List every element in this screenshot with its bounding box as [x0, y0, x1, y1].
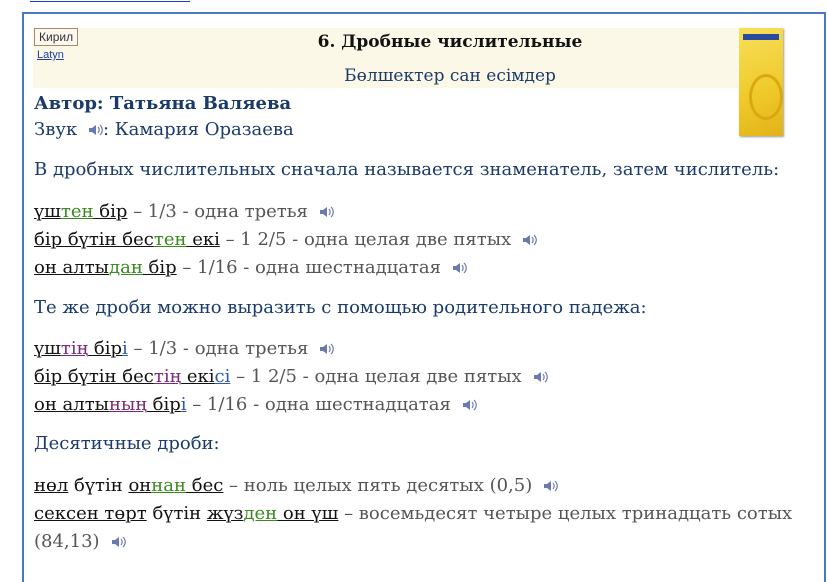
top-link[interactable] — [30, 0, 190, 2]
word-plain: бүтін — [68, 475, 129, 496]
latyn-link[interactable]: Latyn — [37, 49, 64, 61]
sound-credit: Звук : Камария Оразаева — [34, 119, 294, 140]
suffix[interactable]: ден — [243, 503, 277, 524]
translation: – 1/3 - одна третья — [127, 201, 308, 222]
suffix[interactable]: ның — [109, 394, 147, 415]
page-title: 6. Дробные числительные — [317, 32, 583, 52]
speaker-icon[interactable] — [451, 261, 467, 275]
suffix[interactable]: тен — [154, 229, 187, 250]
suffix[interactable]: тің — [61, 338, 88, 359]
speaker-icon[interactable] — [542, 479, 559, 493]
speaker-icon[interactable] — [461, 398, 477, 412]
word[interactable]: бес — [186, 475, 224, 496]
word[interactable]: сексен төрт — [34, 503, 147, 524]
intro-text-2: Те же дроби можно выразить с помощью род… — [34, 297, 647, 318]
word[interactable]: бір — [143, 257, 177, 278]
translation: – 1/16 - одна шестнадцатая — [176, 257, 442, 278]
kiril-button[interactable]: Кирил — [34, 28, 79, 46]
word[interactable]: бір — [147, 394, 181, 415]
speaker-icon[interactable] — [318, 205, 334, 219]
page-subtitle: Бөлшектер сан есімдер — [344, 66, 556, 86]
example-row: үштің бірі – 1/3 - одна третья — [34, 338, 335, 359]
suffix[interactable]: тің — [154, 366, 181, 387]
suffix[interactable]: дан — [109, 257, 143, 278]
speaker-icon[interactable] — [87, 123, 103, 137]
word[interactable]: бір бүтін бес — [34, 366, 154, 387]
top-links-strip — [0, 0, 828, 12]
book-cover-image[interactable] — [739, 28, 783, 136]
sound-author: : Камария Оразаева — [102, 119, 294, 140]
example-row: он алтының бірі – 1/16 - одна шестнадцат… — [34, 394, 477, 415]
speaker-icon[interactable] — [521, 233, 538, 247]
translation: – 1 2/5 - одна целая две пятых — [230, 366, 522, 387]
intro-text-3: Десятичные дроби: — [34, 433, 220, 454]
word[interactable]: он алты — [34, 394, 109, 415]
word[interactable]: бір — [94, 201, 127, 222]
speaker-icon[interactable] — [318, 342, 335, 356]
example-row: бір бүтін бестің екісі – 1 2/5 - одна це… — [34, 366, 548, 387]
sound-label: Звук — [34, 119, 78, 140]
speaker-icon[interactable] — [110, 535, 126, 549]
word[interactable]: екі — [186, 229, 220, 250]
word[interactable]: екі — [181, 366, 215, 387]
book-band — [743, 34, 779, 40]
translation: – ноль целых пять десятых (0,5) — [223, 475, 533, 496]
suffix[interactable]: нан — [151, 475, 186, 496]
translation: – 1 2/5 - одна целая две пятых — [219, 229, 512, 250]
author-line: Автор: Татьяна Валяева — [34, 93, 292, 114]
translation: – 1/3 - одна третья — [127, 338, 309, 359]
word[interactable]: он үш — [277, 503, 338, 524]
example-row: үштен бір – 1/3 - одна третья — [34, 201, 334, 222]
word[interactable]: бір бүтін бес — [34, 229, 154, 250]
suffix[interactable]: тен — [61, 201, 94, 222]
word[interactable]: он — [128, 475, 151, 496]
book-ornament — [749, 74, 783, 120]
word[interactable]: бір — [88, 338, 122, 359]
decimal-row: нөл бүтін оннан бес – ноль целых пять де… — [34, 475, 559, 496]
word[interactable]: жүз — [207, 503, 244, 524]
word-plain: бүтін — [146, 503, 207, 524]
translation: – 1/16 - одна шестнадцатая — [186, 394, 451, 415]
decimal-row: сексен төрт бүтін жүзден он үш – восемьд… — [34, 500, 794, 556]
word[interactable]: нөл — [34, 475, 68, 496]
suffix[interactable]: сі — [215, 366, 231, 387]
word[interactable]: он алты — [34, 257, 109, 278]
word[interactable]: үш — [34, 201, 61, 222]
intro-text-1: В дробных числительных сначала называетс… — [34, 159, 780, 180]
word[interactable]: үш — [34, 338, 61, 359]
speaker-icon[interactable] — [532, 370, 548, 384]
example-row: он алтыдан бір – 1/16 - одна шестнадцата… — [34, 257, 467, 278]
example-row: бір бүтін бестен екі – 1 2/5 - одна цела… — [34, 229, 538, 250]
